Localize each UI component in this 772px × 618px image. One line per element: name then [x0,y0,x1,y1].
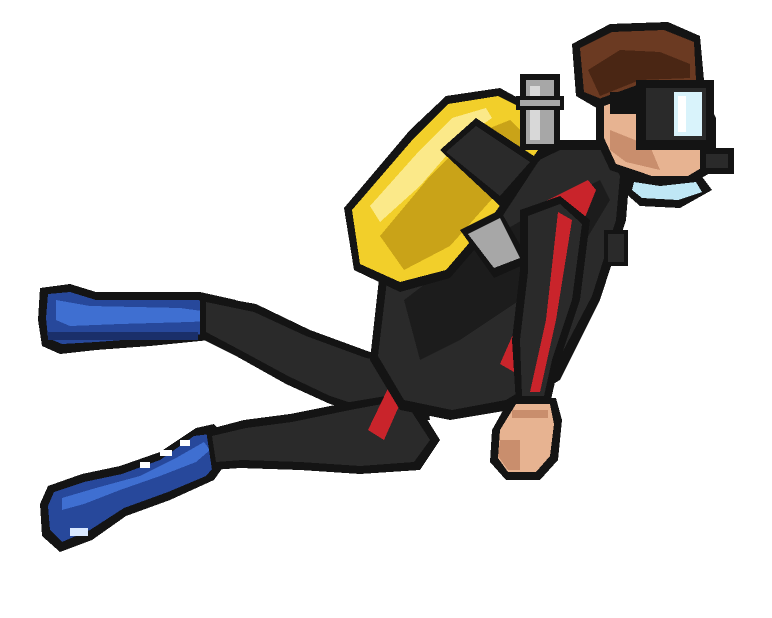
arm-icon [512,196,590,404]
game-canvas [0,0,772,618]
gear-clip-icon [604,230,628,266]
valve-icon [516,74,564,150]
lower-fin-icon [40,424,228,552]
scuba-diver-sprite [38,22,734,552]
tank-icon [344,88,546,292]
